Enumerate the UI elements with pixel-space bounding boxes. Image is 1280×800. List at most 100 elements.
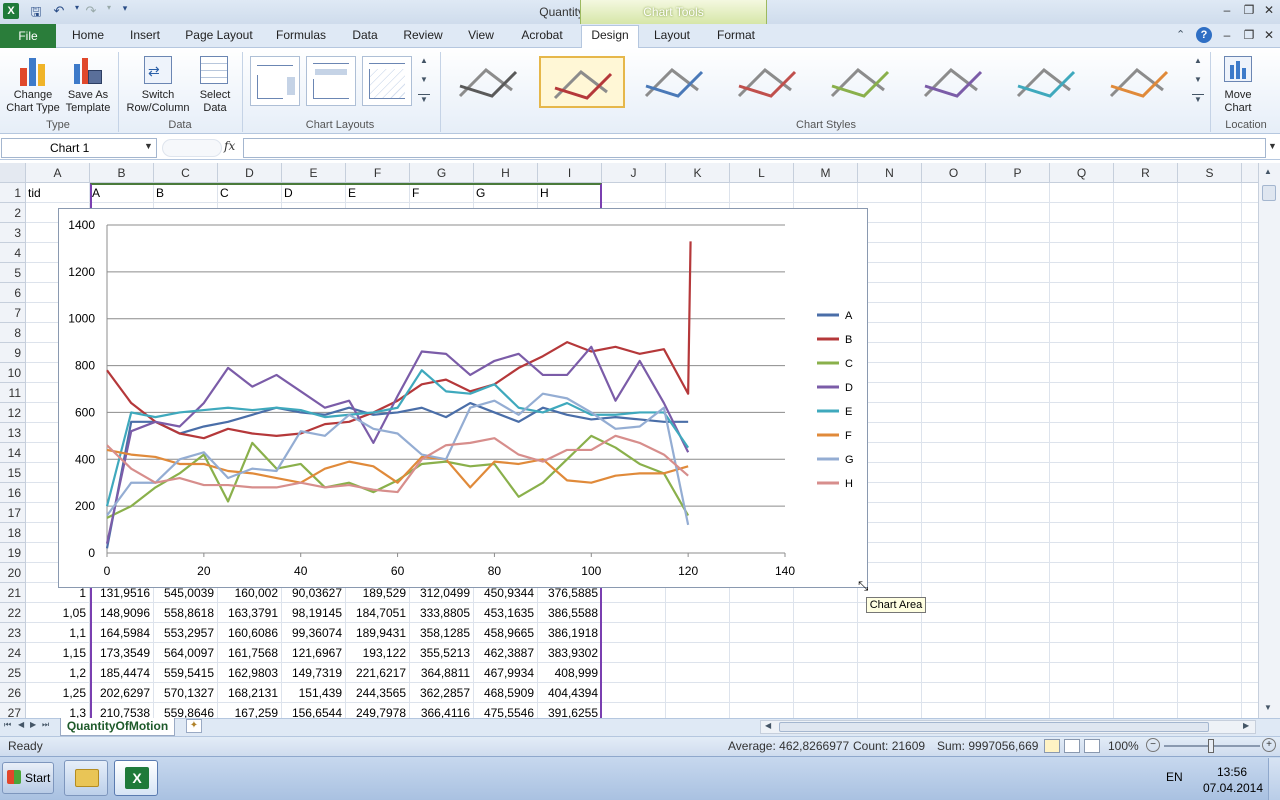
status-average: Average: 462,8266977 xyxy=(728,739,850,753)
next-sheet-icon[interactable]: ▶ xyxy=(30,720,36,729)
column-header-k[interactable]: K xyxy=(666,163,730,183)
row-header-18[interactable]: 18 xyxy=(0,523,26,543)
status-bar: Ready Average: 462,8266977 Count: 21609 … xyxy=(0,736,1280,756)
normal-view-icon[interactable] xyxy=(1044,739,1060,753)
last-sheet-icon[interactable]: ⏭ xyxy=(42,720,49,730)
column-header-n[interactable]: N xyxy=(858,163,922,183)
column-header-g[interactable]: G xyxy=(410,163,474,183)
zoom-slider-thumb[interactable] xyxy=(1208,739,1214,753)
row-header-24[interactable]: 24 xyxy=(0,643,26,663)
excel-icon: X xyxy=(125,767,149,789)
insert-sheet-icon[interactable]: ✦ xyxy=(186,719,202,733)
workbook-close-icon[interactable]: ✕ xyxy=(1258,28,1280,44)
prev-sheet-icon[interactable]: ◀ xyxy=(18,720,24,729)
row-header-22[interactable]: 22 xyxy=(0,603,26,623)
page-layout-view-icon[interactable] xyxy=(1064,739,1080,753)
row-header-25[interactable]: 25 xyxy=(0,663,26,683)
column-header-o[interactable]: O xyxy=(922,163,986,183)
column-header-f[interactable]: F xyxy=(346,163,410,183)
scroll-up-icon[interactable]: ▲ xyxy=(1264,167,1272,176)
cell-value[interactable]: 1,2 xyxy=(26,663,90,683)
y-tick-label: 800 xyxy=(75,359,95,373)
h-scroll-left-icon[interactable]: ◀ xyxy=(765,721,771,730)
series-line-b xyxy=(106,241,692,440)
column-header-h[interactable]: H xyxy=(474,163,538,183)
sheet-tab-quantityofmotion[interactable]: QuantityOfMotion xyxy=(60,718,175,736)
x-tick-label: 20 xyxy=(197,564,211,578)
gridline xyxy=(1177,183,1178,718)
x-tick-label: 80 xyxy=(488,564,502,578)
column-header-a[interactable]: A xyxy=(26,163,90,183)
first-sheet-icon[interactable]: ⏮ xyxy=(4,720,11,730)
row-header-1[interactable]: 1 xyxy=(0,183,26,203)
column-header-d[interactable]: D xyxy=(218,163,282,183)
cell-value[interactable]: 1,15 xyxy=(26,643,90,663)
show-desktop-button[interactable] xyxy=(1268,758,1280,800)
scroll-down-icon[interactable]: ▼ xyxy=(1264,703,1272,712)
column-header-m[interactable]: M xyxy=(794,163,858,183)
row-header-4[interactable]: 4 xyxy=(0,243,26,263)
row-header-11[interactable]: 11 xyxy=(0,383,26,403)
cell-value[interactable]: 1,1 xyxy=(26,623,90,643)
zoom-out-icon[interactable]: − xyxy=(1146,738,1160,752)
row-header-16[interactable]: 16 xyxy=(0,483,26,503)
row-header-17[interactable]: 17 xyxy=(0,503,26,523)
cell-header[interactable]: tid xyxy=(28,183,90,203)
column-header-s[interactable]: S xyxy=(1178,163,1242,183)
y-tick-label: 600 xyxy=(75,405,95,419)
explorer-taskbar-button[interactable] xyxy=(64,760,108,796)
row-header-15[interactable]: 15 xyxy=(0,463,26,483)
expand-formula-bar-icon[interactable]: ▼ xyxy=(1268,141,1277,151)
clock-time[interactable]: 13:56 xyxy=(1212,765,1252,779)
row-header-9[interactable]: 9 xyxy=(0,343,26,363)
horizontal-scrollbar[interactable]: ◀ ▶ xyxy=(760,720,1256,734)
clock-date[interactable]: 07.04.2014 xyxy=(1198,781,1268,795)
h-scroll-right-icon[interactable]: ▶ xyxy=(1243,721,1249,730)
row-header-13[interactable]: 13 xyxy=(0,423,26,443)
scroll-thumb[interactable] xyxy=(1262,185,1276,201)
status-sum: Sum: 9997056,669 xyxy=(937,739,1039,753)
zoom-level[interactable]: 100% xyxy=(1108,739,1139,753)
column-header-l[interactable]: L xyxy=(730,163,794,183)
row-header-10[interactable]: 10 xyxy=(0,363,26,383)
row-header-5[interactable]: 5 xyxy=(0,263,26,283)
column-header-q[interactable]: Q xyxy=(1050,163,1114,183)
cell-value[interactable]: 1,05 xyxy=(26,603,90,623)
column-header-p[interactable]: P xyxy=(986,163,1050,183)
row-header-20[interactable]: 20 xyxy=(0,563,26,583)
x-tick-label: 0 xyxy=(104,564,111,578)
x-tick-label: 120 xyxy=(678,564,698,578)
column-header-r[interactable]: R xyxy=(1114,163,1178,183)
column-header-b[interactable]: B xyxy=(90,163,154,183)
chart-resize-handle[interactable]: ⤡ xyxy=(858,578,868,594)
row-header-8[interactable]: 8 xyxy=(0,323,26,343)
row-header-7[interactable]: 7 xyxy=(0,303,26,323)
legend-label-c: C xyxy=(845,358,853,370)
cell-value[interactable]: 1,25 xyxy=(26,683,90,703)
excel-taskbar-button[interactable]: X xyxy=(114,760,158,796)
zoom-in-icon[interactable]: + xyxy=(1262,738,1276,752)
row-header-26[interactable]: 26 xyxy=(0,683,26,703)
row-header-12[interactable]: 12 xyxy=(0,403,26,423)
legend-label-h: H xyxy=(845,478,853,490)
row-header-6[interactable]: 6 xyxy=(0,283,26,303)
chart-area[interactable]: 0 200 400 600 800 1000 1200 1400 0 20 40 60 80 100 120… xyxy=(58,208,868,588)
column-header-i[interactable]: I xyxy=(538,163,602,183)
h-scroll-thumb[interactable] xyxy=(779,722,1209,732)
language-indicator[interactable]: EN xyxy=(1166,770,1183,784)
row-header-14[interactable]: 14 xyxy=(0,443,26,463)
column-header-j[interactable]: J xyxy=(602,163,666,183)
page-break-view-icon[interactable] xyxy=(1084,739,1100,753)
vertical-scrollbar[interactable]: ▲ ▼ xyxy=(1258,163,1280,718)
row-header-2[interactable]: 2 xyxy=(0,203,26,223)
row-header-23[interactable]: 23 xyxy=(0,623,26,643)
close-icon[interactable]: ✕ xyxy=(1258,3,1280,19)
zoom-slider[interactable] xyxy=(1164,739,1260,753)
column-header-e[interactable]: E xyxy=(282,163,346,183)
chart-area-tooltip: Chart Area xyxy=(866,597,926,613)
row-header-21[interactable]: 21 xyxy=(0,583,26,603)
column-header-c[interactable]: C xyxy=(154,163,218,183)
row-header-3[interactable]: 3 xyxy=(0,223,26,243)
row-header-19[interactable]: 19 xyxy=(0,543,26,563)
folder-icon xyxy=(75,769,99,787)
